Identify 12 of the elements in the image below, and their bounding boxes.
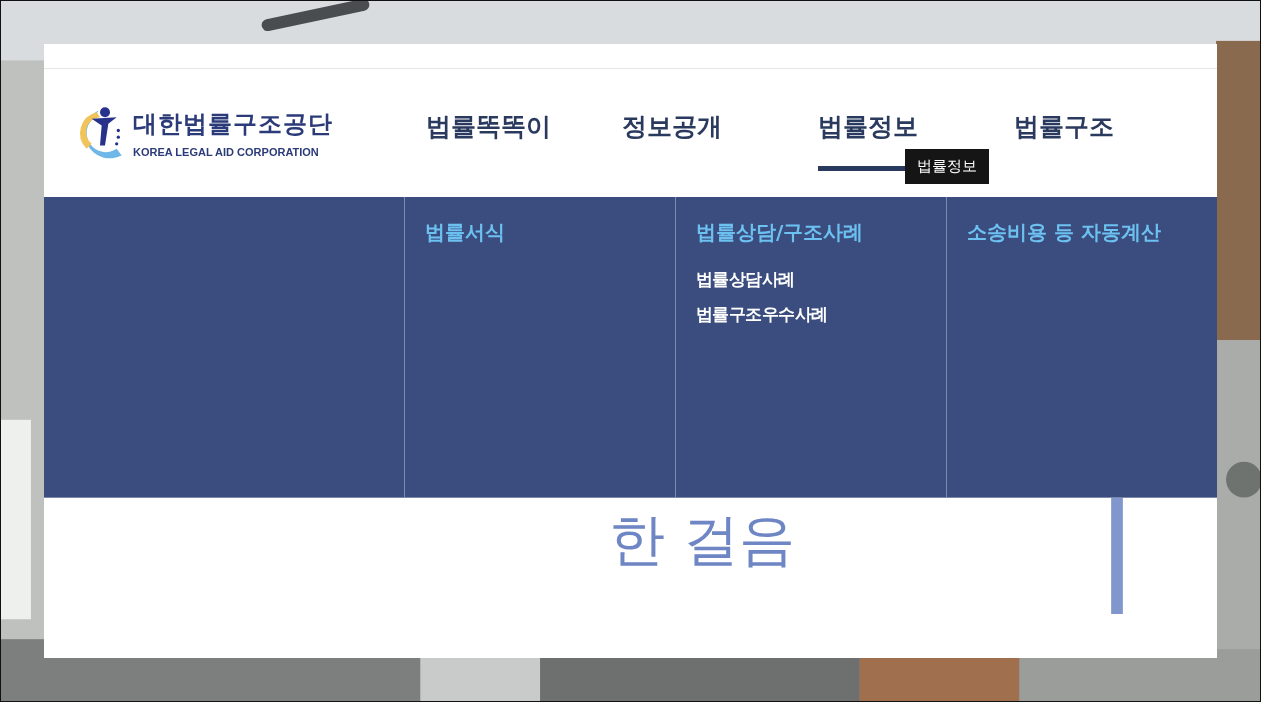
menu-heading[interactable]: 법률서식 (424, 219, 505, 246)
menu-link[interactable]: 법률구조우수사례 (695, 303, 828, 326)
nav-link[interactable]: 법률구조 (1014, 109, 1114, 171)
logo-subtitle: KOREA LEGAL AID CORPORATION (133, 146, 320, 158)
logo-name: 대한법률구조공단 (133, 109, 333, 140)
menu-heading[interactable]: 법률상담/구조사례 (695, 219, 864, 246)
nav-link[interactable]: 정보공개 (622, 109, 722, 171)
banner-heading: 한 걸음 (609, 506, 795, 574)
menu-link[interactable]: 법률상담사례 (695, 268, 795, 291)
tooltip: 법률정보 (905, 149, 989, 184)
nav-link[interactable]: 법률똑똑이 (426, 109, 551, 171)
menu-heading[interactable]: 소송비용 등 자동계산 (966, 219, 1161, 246)
